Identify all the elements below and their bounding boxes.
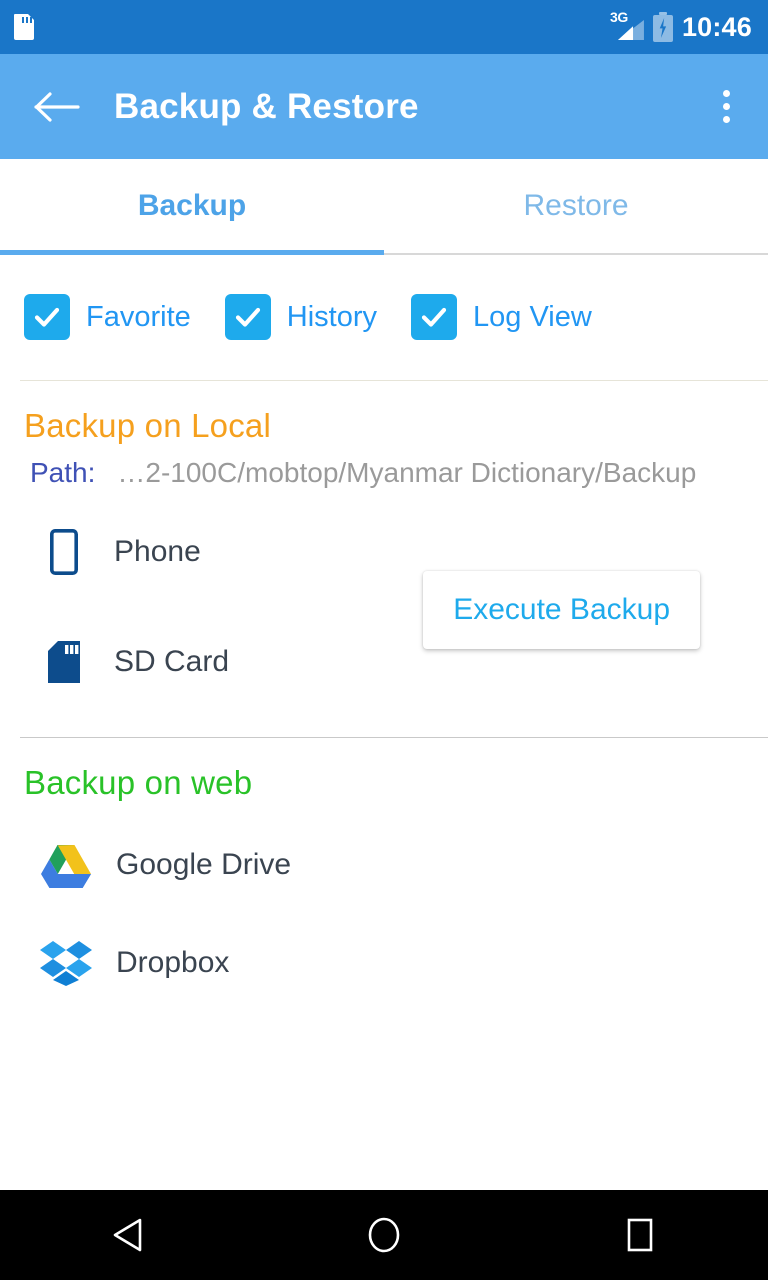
network-type-label: 3G [609,9,629,25]
checkbox-history-label: History [286,300,377,333]
checkbox-checked-icon [411,294,457,340]
tab-bar: Backup Restore [0,159,768,255]
web-service-dropbox[interactable]: Dropbox [0,928,768,998]
tab-backup[interactable]: Backup [0,159,384,255]
checkbox-history[interactable]: History [224,294,377,340]
web-section-title: Backup on web [24,764,253,801]
signal-triangle-icon: 3G [609,9,644,42]
google-drive-icon [38,843,94,888]
status-bar: 3G 10:46 [0,0,768,54]
checkbox-checked-icon [24,294,70,340]
battery-charging-icon [652,12,673,42]
web-service-google-drive[interactable]: Google Drive [0,830,768,900]
tab-restore[interactable]: Restore [384,159,768,253]
system-navigation-bar [0,1190,768,1280]
nav-recents-square-icon[interactable] [512,1217,768,1253]
nav-back-triangle-icon[interactable] [0,1217,256,1253]
backup-content: Favorite History Log View Backup on Loca… [0,257,768,1190]
path-value: …2-100C/mobtop/Myanmar Dictionary/Backup [117,457,697,488]
storage-option-sd-card-label: SD Card [114,645,230,678]
backup-path-row: Path: …2-100C/mobtop/Myanmar Dictionary/… [0,445,768,489]
status-bar-notifications [14,14,34,40]
dropbox-icon [38,940,94,986]
checkbox-checked-icon [224,294,271,340]
overflow-menu-icon[interactable] [706,84,746,130]
back-arrow-icon[interactable] [34,84,80,130]
app-bar: Backup & Restore [0,54,768,159]
sd-card-icon [44,641,84,683]
nav-home-circle-icon[interactable] [256,1216,512,1254]
storage-option-phone-label: Phone [114,535,201,568]
backup-options-row: Favorite History Log View [0,257,768,340]
local-storage-targets: Phone SD Card Execute Backup [0,489,768,701]
status-bar-clock: 10:46 [681,11,752,42]
checkbox-log-view-label: Log View [473,300,592,333]
sd-card-icon [14,14,34,40]
page-title: Backup & Restore [114,86,419,126]
phone-icon [44,529,84,575]
android-screen: 3G 10:46 Backup & Restore Backup Restore… [0,0,768,1280]
checkbox-log-view[interactable]: Log View [411,294,592,340]
local-section-title: Backup on Local [24,407,272,444]
status-bar-system-icons: 3G 10:46 [609,9,752,43]
checkbox-favorite-label: Favorite [86,300,191,333]
execute-backup-button[interactable]: Execute Backup [423,571,700,649]
checkbox-favorite[interactable]: Favorite [24,294,191,340]
tab-backup-label: Backup [137,189,247,222]
path-label: Path: [30,457,96,488]
tab-restore-label: Restore [523,189,629,222]
web-service-dropbox-label: Dropbox [116,946,230,979]
web-service-google-drive-label: Google Drive [116,848,292,881]
